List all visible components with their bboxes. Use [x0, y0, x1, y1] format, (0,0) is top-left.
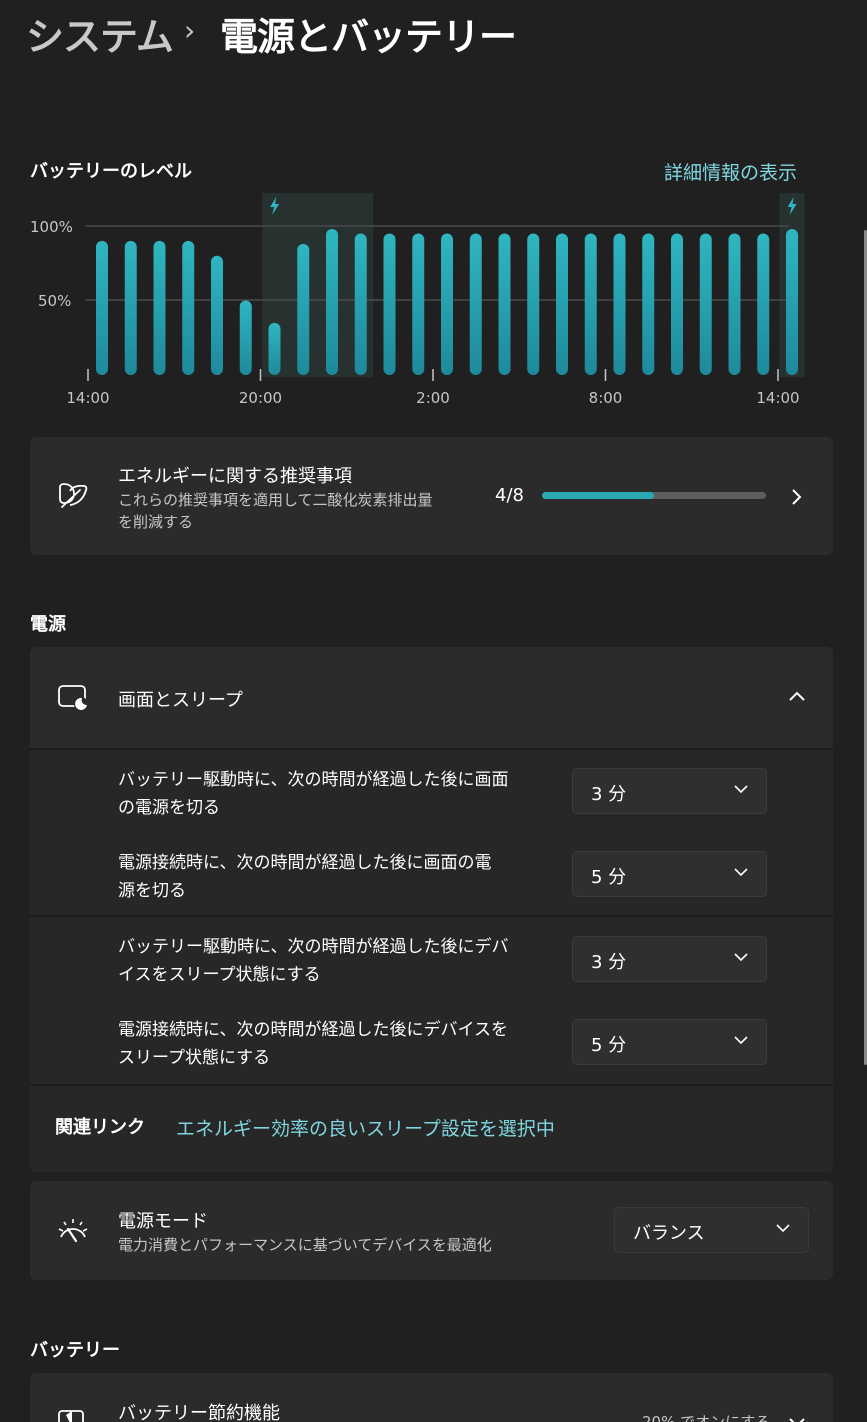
setting-sleep-battery-label: バッテリー駆動時に、次の時間が経過した後にデバ イスをスリープ状態にする [118, 937, 509, 985]
battery-bar[interactable] [498, 233, 511, 375]
battery-bar[interactable] [153, 240, 166, 375]
dropdown-value: 5 分 [591, 867, 627, 888]
battery-bar[interactable] [268, 322, 281, 375]
screen-sleep-expander: 画面とスリープ バッテリー駆動時に、次の時間が経過した後に画面 の電源を切る 3… [30, 647, 833, 1172]
page-title: 電源とバッテリー [220, 15, 517, 59]
battery-heading: バッテリー [30, 1340, 120, 1361]
battery-saver-title: バッテリー節約機能 [118, 1403, 280, 1422]
battery-bar[interactable] [354, 233, 367, 375]
battery-bar[interactable] [297, 243, 310, 375]
leaf-icon [59, 483, 88, 508]
chevron-down-icon [734, 868, 748, 877]
divider [30, 748, 833, 750]
recommendations-progress-text: 4/8 [495, 485, 524, 506]
power-mode-title: 電源モード [118, 1211, 208, 1232]
setting-screen-off-battery-label: バッテリー駆動時に、次の時間が経過した後に画面 の電源を切る [118, 770, 509, 818]
battery-bar[interactable] [383, 233, 396, 375]
screen-sleep-icon [58, 685, 88, 711]
dropdown-value: バランス [633, 1223, 705, 1244]
battery-bar[interactable] [211, 255, 223, 375]
dropdown-value: 3 分 [591, 952, 627, 973]
energy-recommendations-subtitle-1: これらの推奨事項を適用して二酸化炭素排出量 [118, 491, 433, 509]
chevron-down-icon [734, 1036, 748, 1045]
related-links-label: 関連リンク [55, 1117, 145, 1138]
screen-off-battery-dropdown[interactable]: 3 分 [572, 768, 767, 814]
battery-level-heading: バッテリーのレベル [30, 161, 192, 182]
setting-screen-off-plugged-label: 電源接続時に、次の時間が経過した後に画面の電 源を切る [118, 853, 492, 901]
battery-bar[interactable] [671, 233, 683, 375]
power-mode-card: 電源モード 電力消費とパフォーマンスに基づいてデバイスを最適化 バランス [30, 1181, 833, 1280]
energy-recommendations-subtitle-2: を削減する [118, 513, 194, 531]
breadcrumb-separator: › [184, 14, 196, 47]
chevron-up-icon[interactable] [788, 690, 806, 702]
chevron-down-icon[interactable] [788, 1417, 806, 1422]
battery-bar[interactable] [469, 233, 482, 375]
battery-level-chart: 100% 50% 14:00 20:00 2:00 8:00 14:00 [30, 193, 805, 407]
energy-recommendations-title: エネルギーに関する推奨事項 [118, 466, 352, 487]
chevron-down-icon [776, 1224, 790, 1233]
recommendations-progress-fill [542, 492, 654, 499]
battery-bar[interactable] [96, 240, 108, 375]
power-mode-dropdown[interactable]: バランス [614, 1207, 809, 1253]
battery-bar[interactable] [786, 228, 798, 375]
setting-sleep-plugged-label: 電源接続時に、次の時間が経過した後にデバイスを スリープ状態にする [118, 1020, 508, 1068]
gauge-icon [58, 1219, 88, 1243]
battery-bar[interactable] [441, 233, 453, 375]
recommendations-progress-bar [542, 492, 766, 499]
x-tick-label: 14:00 [66, 389, 109, 407]
dropdown-value: 5 分 [591, 1035, 627, 1056]
battery-bar[interactable] [613, 233, 626, 375]
screen-off-plugged-dropdown[interactable]: 5 分 [572, 851, 767, 897]
screen-sleep-title: 画面とスリープ [118, 690, 243, 711]
battery-bar[interactable] [584, 233, 597, 375]
x-tick-label: 8:00 [589, 389, 623, 407]
divider [30, 915, 833, 917]
x-tick-label: 14:00 [756, 389, 799, 407]
screen-sleep-header[interactable]: 画面とスリープ [30, 647, 833, 748]
sleep-plugged-dropdown[interactable]: 5 分 [572, 1019, 767, 1065]
battery-bar[interactable] [527, 233, 540, 375]
battery-bar[interactable] [124, 240, 137, 375]
energy-recommendations-card[interactable]: エネルギーに関する推奨事項 これらの推奨事項を適用して二酸化炭素排出量 を削減す… [30, 437, 833, 555]
divider [30, 1084, 833, 1086]
battery-bar[interactable] [757, 233, 770, 375]
y-tick-50: 50% [38, 292, 71, 310]
battery-saver-value: 20% でオンにする [642, 1413, 771, 1422]
details-link[interactable]: 詳細情報の表示 [664, 158, 797, 185]
battery-saver-icon [58, 1410, 84, 1422]
breadcrumb-parent[interactable]: システム [26, 6, 174, 61]
chevron-down-icon [734, 953, 748, 962]
power-mode-subtitle: 電力消費とパフォーマンスに基づいてデバイスを最適化 [118, 1236, 492, 1254]
battery-bar[interactable] [642, 233, 655, 375]
chevron-down-icon [734, 785, 748, 794]
battery-bar[interactable] [699, 233, 712, 375]
x-tick-label: 20:00 [239, 389, 282, 407]
x-tick-label: 2:00 [416, 389, 450, 407]
battery-bar[interactable] [239, 300, 252, 376]
dropdown-value: 3 分 [591, 784, 627, 805]
efficient-sleep-link[interactable]: エネルギー効率の良いスリープ設定を選択中 [176, 1114, 555, 1141]
battery-saver-card[interactable]: バッテリー節約機能 20% でオンにする [30, 1373, 833, 1422]
battery-bar[interactable] [728, 233, 741, 375]
power-heading: 電源 [30, 614, 66, 635]
chevron-right-icon[interactable] [790, 488, 804, 506]
battery-bar[interactable] [326, 228, 338, 375]
y-tick-100: 100% [30, 218, 73, 236]
sleep-battery-dropdown[interactable]: 3 分 [572, 936, 767, 982]
battery-bar[interactable] [412, 233, 425, 375]
battery-bar[interactable] [182, 240, 195, 375]
battery-bar[interactable] [556, 233, 568, 375]
